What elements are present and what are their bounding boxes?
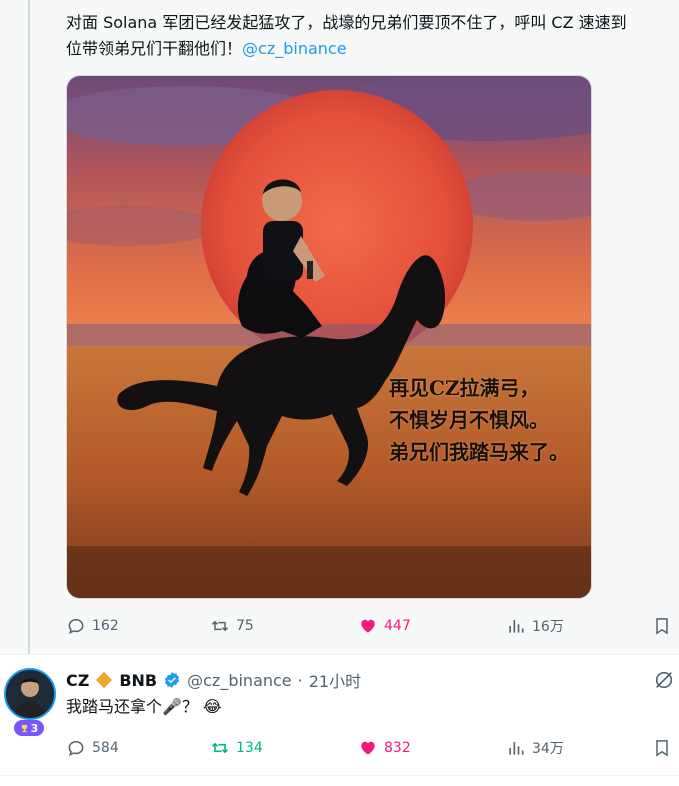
author-name[interactable]: CZ — [66, 671, 89, 690]
views-button[interactable]: 34万 — [506, 736, 564, 760]
verified-icon — [165, 672, 180, 688]
trophy-icon — [21, 724, 27, 732]
reply-button[interactable]: 162 — [66, 614, 119, 638]
like-icon — [361, 619, 375, 633]
caption-line: 再见CZ拉满弓， — [389, 376, 540, 400]
retweet-icon — [211, 742, 229, 754]
grok-icon[interactable] — [653, 669, 675, 691]
like-icon — [361, 741, 375, 755]
divider — [0, 654, 679, 655]
views-icon — [509, 620, 524, 633]
mention-link[interactable]: @cz_binance — [242, 39, 347, 58]
reply-body: 我踏马还拿个 — [66, 697, 163, 716]
thread-connector-line — [28, 0, 30, 654]
retweet-count: 134 — [236, 740, 263, 756]
retweet-button[interactable]: 134 — [210, 736, 263, 760]
badge-count: 3 — [30, 721, 39, 735]
reply-button[interactable]: 584 — [66, 736, 119, 760]
like-button[interactable]: 832 — [358, 736, 411, 760]
separator-dot: · — [297, 670, 303, 690]
bookmark-icon — [656, 740, 668, 757]
laughing-emoji-icon: 😂 — [203, 697, 222, 716]
retweet-icon — [211, 620, 229, 632]
avatar-image — [6, 670, 54, 718]
reply-actions: 584 134 832 34万 — [66, 736, 678, 760]
image-caption: 再见CZ拉满弓， 不惧岁月不惧风。 弟兄们我踏马来了。 — [389, 372, 569, 468]
rank-badge: 3 — [14, 720, 44, 736]
views-count: 34万 — [532, 741, 564, 757]
diamond-icon — [96, 671, 113, 689]
like-count: 447 — [384, 618, 411, 634]
caption-line: 不惧岁月不惧风。 — [389, 408, 549, 432]
bookmark-button[interactable] — [652, 614, 672, 638]
caption-line: 弟兄们我踏马来了。 — [389, 440, 569, 464]
views-button[interactable]: 16万 — [506, 614, 564, 638]
microphone-icon: 🎤 — [162, 697, 182, 716]
reply-count: 584 — [92, 740, 119, 756]
author-name-suffix[interactable]: BNB — [119, 671, 157, 690]
bookmark-button[interactable] — [652, 736, 672, 760]
tweet-image[interactable]: 再见CZ拉满弓， 不惧岁月不惧风。 弟兄们我踏马来了。 — [66, 75, 592, 599]
views-count: 16万 — [532, 619, 564, 635]
like-count: 832 — [384, 740, 411, 756]
tweet-actions: 162 75 447 16万 — [66, 614, 678, 638]
author-handle[interactable]: @cz_binance — [187, 671, 292, 690]
reply-icon — [68, 740, 84, 757]
timestamp[interactable]: 21小时 — [309, 668, 361, 692]
reply-body-tail: ？ — [181, 697, 198, 716]
views-icon — [509, 742, 524, 755]
reply-icon — [68, 618, 84, 635]
painting-illustration — [67, 76, 591, 598]
retweet-button[interactable]: 75 — [210, 614, 254, 638]
bookmark-icon — [656, 618, 668, 635]
divider — [0, 775, 679, 776]
like-button[interactable]: 447 — [358, 614, 411, 638]
author-row: CZ BNB @cz_binance · 21小时 — [66, 668, 361, 692]
reply-count: 162 — [92, 618, 119, 634]
avatar[interactable] — [4, 668, 56, 720]
tweet-text: 对面 Solana 军团已经发起猛攻了，战壕的兄弟们要顶不住了，呼叫 CZ 速速… — [66, 10, 679, 62]
reply-text: 我踏马还拿个🎤？ 😂 — [66, 695, 222, 719]
retweet-count: 75 — [236, 618, 254, 634]
